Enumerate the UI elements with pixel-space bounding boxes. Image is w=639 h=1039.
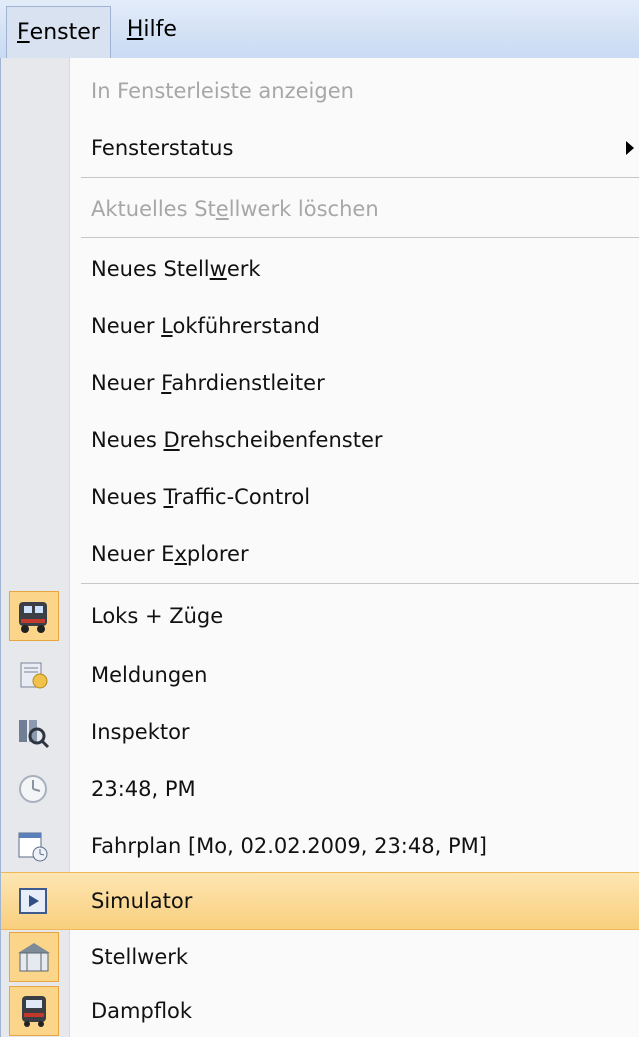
label-rest: ahrdienstleiter [171,371,325,395]
menu-item-clock[interactable]: 23:48, PM [1,761,639,817]
menu-item-fensterstatus[interactable]: Fensterstatus [1,120,639,176]
label-prefix: Neuer [91,371,162,395]
separator [81,177,639,178]
label-mnemonic: e [215,197,229,221]
menu-hilfe-rest: ilfe [143,16,177,42]
menu-fenster-rest: enster [29,20,100,45]
label-rest: rehscheibenfenster [179,428,383,452]
menu-item-fahrplan[interactable]: Fahrplan [Mo, 02.02.2009, 23:48, PM] [1,818,639,874]
menu-item-label: Aktuelles Stellwerk löschen [91,197,379,221]
submenu-arrow-icon [626,141,634,155]
inspector-icon [15,714,51,750]
menu-item-label: Neues Drehscheibenfenster [91,428,383,452]
menu-item-label: Neues Stellwerk [91,257,261,281]
label-rest: okführerstand [172,314,320,338]
label-mnemonic: w [209,257,227,281]
menu-item-label: Simulator [91,889,193,913]
label-rest: llwerk löschen [228,197,379,221]
menu-item-label: Fahrplan [Mo, 02.02.2009, 23:48, PM] [91,834,487,858]
menu-item-neues-stellwerk[interactable]: Neues Stellwerk [1,241,639,297]
menu-item-label: Inspektor [91,720,190,744]
menu-item-meldungen[interactable]: Meldungen [1,647,639,703]
label-rest: raffic-Control [173,485,311,509]
label-prefix: Neuer E [91,542,175,566]
menu-fenster[interactable]: Fenster [6,5,111,59]
menu-item-drehscheibe[interactable]: Neues Drehscheibenfenster [1,412,639,468]
label-mnemonic: D [163,428,180,452]
separator [81,237,639,238]
menu-item-dampflok[interactable]: Dampflok [1,983,639,1039]
menu-hilfe[interactable]: Hilfe [117,4,187,54]
label-prefix: Neues [91,428,164,452]
separator [81,583,639,584]
menu-item-label: Neuer Explorer [91,542,249,566]
menu-item-fahrdienstleiter[interactable]: Neuer Fahrdienstleiter [1,355,639,411]
menu-item-in-taskbar[interactable]: In Fensterleiste anzeigen [1,63,639,119]
timetable-icon [15,828,51,864]
label-prefix: Neues Stell [91,257,210,281]
menu-item-simulator[interactable]: Simulator [1,872,639,930]
steam-locomotive-icon [9,986,59,1036]
label-rest: plorer [186,542,249,566]
label-mnemonic: T [163,485,174,509]
menu-item-traffic-control[interactable]: Neues Traffic-Control [1,469,639,525]
menu-item-label: Loks + Züge [91,604,224,628]
signalbox-icon [9,932,59,982]
label-prefix: Neuer [91,314,162,338]
menu-item-label: Dampflok [91,999,193,1023]
menu-bar: Fenster Hilfe [0,0,639,59]
label-mnemonic: L [161,314,173,338]
label-rest: erk [226,257,261,281]
messages-icon [15,657,51,693]
menu-item-label: Neues Traffic-Control [91,485,310,509]
menu-item-explorer[interactable]: Neuer Explorer [1,526,639,582]
menu-item-delete-stellwerk[interactable]: Aktuelles Stellwerk löschen [1,181,639,237]
fenster-dropdown: In Fensterleiste anzeigen Fensterstatus … [0,58,639,1037]
menu-fenster-mnemonic: F [17,20,30,45]
locomotive-icon [9,591,59,641]
menu-item-label: Fensterstatus [91,136,234,160]
menu-item-label: 23:48, PM [91,777,196,801]
label-prefix: Aktuelles St [91,197,216,221]
menu-item-loks-zuege[interactable]: Loks + Züge [1,588,639,644]
menu-item-label: Neuer Lokführerstand [91,314,320,338]
menu-hilfe-mnemonic: H [126,16,144,42]
label-mnemonic: x [174,542,187,566]
label-mnemonic: F [161,371,172,395]
simulator-play-icon [15,883,51,919]
clock-icon [15,771,51,807]
label-prefix: Neues [91,485,164,509]
menu-item-label: In Fensterleiste anzeigen [91,79,354,103]
menu-item-inspektor[interactable]: Inspektor [1,704,639,760]
menu-item-stellwerk[interactable]: Stellwerk [1,929,639,985]
menu-item-lokfuehrerstand[interactable]: Neuer Lokführerstand [1,298,639,354]
menu-item-label: Meldungen [91,663,208,687]
menu-item-label: Neuer Fahrdienstleiter [91,371,325,395]
menu-item-label: Stellwerk [91,945,189,969]
